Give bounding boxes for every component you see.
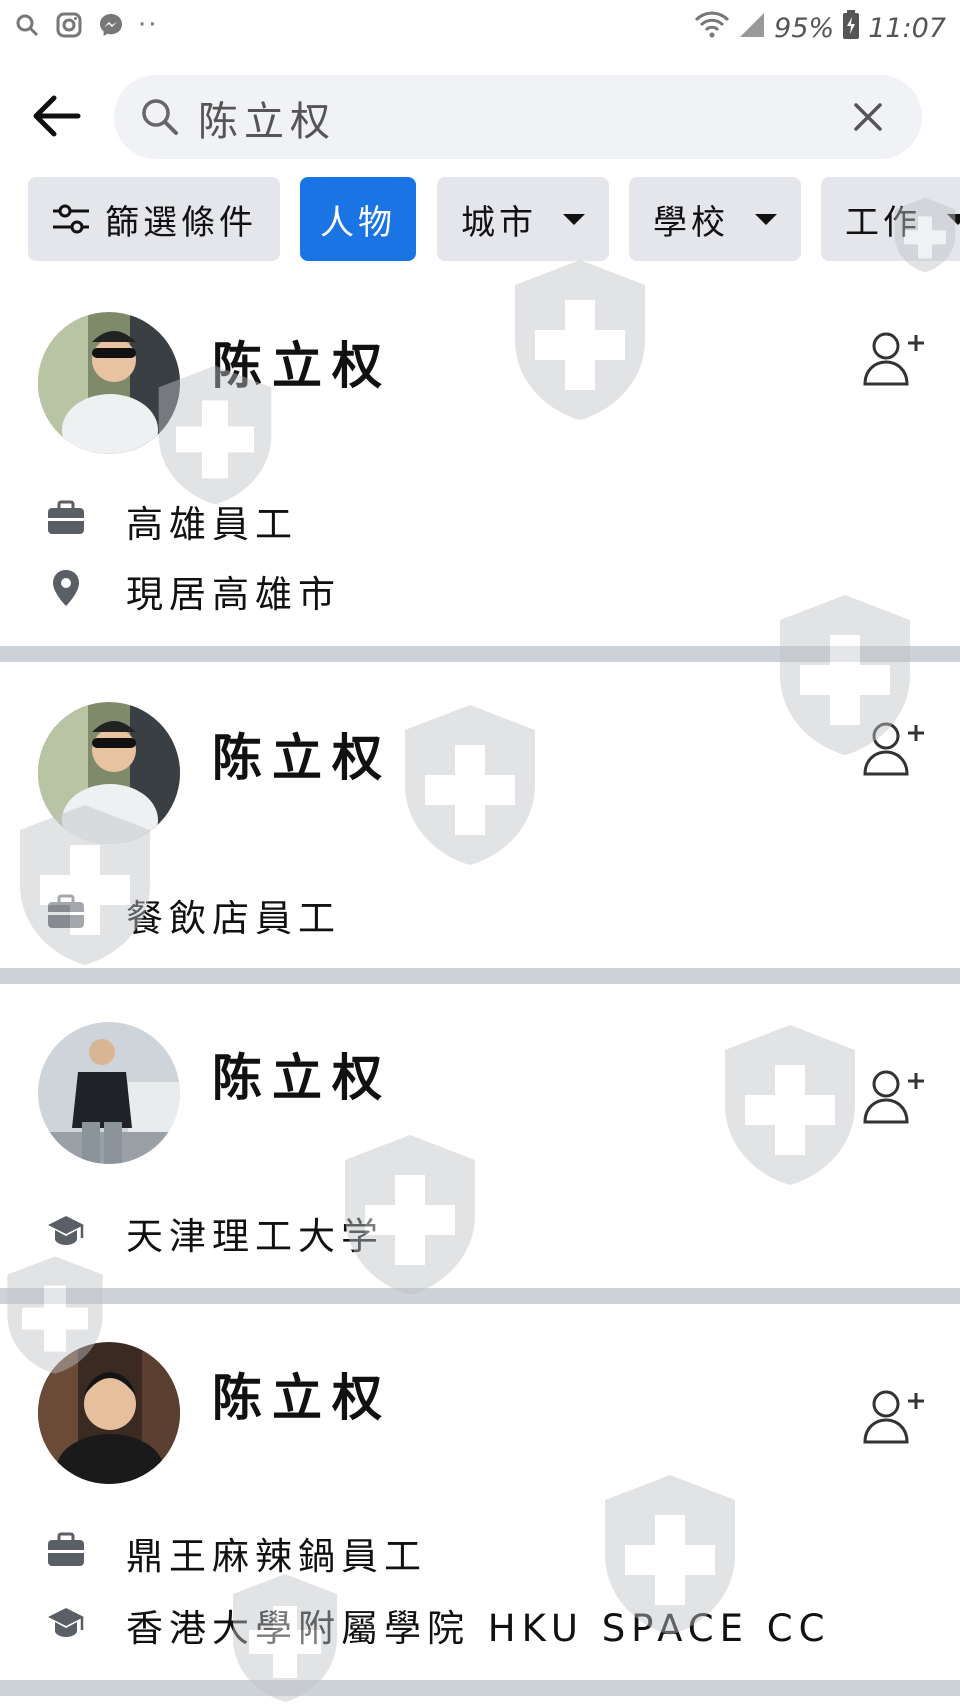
chip-work-label: 工作	[845, 202, 921, 243]
detail-text: 香港大學附屬學院 HKU SPACE CC	[126, 1607, 831, 1650]
battery-label: 95%	[774, 13, 835, 44]
add-friend-icon[interactable]	[862, 720, 926, 780]
sliders-icon	[53, 204, 89, 234]
instagram-icon	[54, 10, 84, 40]
filter-settings-chip[interactable]: 篩選條件	[28, 177, 280, 261]
filter-settings-label: 篩選條件	[105, 202, 257, 243]
search-input[interactable]	[196, 87, 820, 149]
add-friend-icon[interactable]	[862, 1068, 926, 1128]
detail-text: 天津理工大学	[126, 1215, 384, 1258]
briefcase-icon	[48, 1532, 84, 1566]
search-icon	[12, 10, 42, 40]
back-arrow-icon	[33, 95, 81, 137]
briefcase-icon	[48, 500, 84, 534]
chip-people-label: 人物	[320, 202, 396, 243]
graduation-cap-icon	[48, 1216, 84, 1245]
search-bar[interactable]	[114, 75, 922, 159]
chip-city-label: 城市	[461, 202, 537, 243]
chip-city[interactable]: 城市	[437, 177, 609, 261]
chip-school[interactable]: 學校	[629, 177, 801, 261]
briefcase-icon	[48, 894, 84, 928]
result-name[interactable]: 陈立权	[212, 1358, 392, 1430]
add-friend-icon[interactable]	[862, 330, 926, 390]
divider	[0, 968, 960, 984]
avatar[interactable]	[38, 312, 180, 454]
battery-charging-icon	[842, 10, 860, 47]
detail-row: 鼎王麻辣鍋員工	[0, 1522, 960, 1582]
caret-down-icon	[755, 213, 777, 225]
detail-row: 現居高雄市	[0, 560, 960, 620]
messenger-icon	[96, 10, 126, 40]
result-card[interactable]: 陈立权 餐飲店員工	[0, 662, 960, 968]
detail-row: 高雄員工	[0, 490, 960, 550]
detail-row: 香港大學附屬學院 HKU SPACE CC	[0, 1594, 960, 1654]
divider	[0, 1288, 960, 1304]
chip-school-label: 學校	[653, 202, 729, 243]
avatar[interactable]	[38, 1022, 180, 1164]
location-pin-icon	[53, 570, 79, 606]
signal-icon	[738, 11, 766, 46]
more-dots-icon: ··	[138, 10, 159, 40]
caret-down-icon	[947, 213, 960, 225]
result-name[interactable]: 陈立权	[212, 718, 392, 790]
graduation-cap-icon	[48, 1608, 84, 1637]
chip-people[interactable]: 人物	[300, 177, 416, 261]
close-icon[interactable]	[848, 97, 888, 137]
result-name[interactable]: 陈立权	[212, 1038, 392, 1110]
result-card[interactable]: 陈立权 天津理工大学	[0, 984, 960, 1288]
result-card[interactable]: 陈立权 高雄員工 現居高雄市	[0, 290, 960, 646]
result-name[interactable]: 陈立权	[212, 326, 392, 398]
detail-text: 鼎王麻辣鍋員工	[126, 1535, 427, 1578]
detail-row: 餐飲店員工	[0, 884, 960, 944]
detail-row: 天津理工大学	[0, 1202, 960, 1262]
divider	[0, 646, 960, 662]
clock: 11:07	[868, 13, 946, 44]
detail-text: 高雄員工	[126, 503, 298, 546]
caret-down-icon	[563, 213, 585, 225]
divider	[0, 1680, 960, 1696]
chip-work[interactable]: 工作	[821, 177, 960, 261]
avatar[interactable]	[38, 1342, 180, 1484]
avatar[interactable]	[38, 702, 180, 844]
filter-chips-bar: 篩選條件 人物 城市 學校 工作	[28, 177, 960, 261]
add-friend-icon[interactable]	[862, 1388, 926, 1448]
result-card[interactable]: 陈立权 鼎王麻辣鍋員工 香港大學附屬學院 HKU SPACE CC	[0, 1304, 960, 1680]
search-icon	[142, 99, 178, 135]
wifi-icon	[694, 11, 730, 46]
detail-text: 餐飲店員工	[126, 897, 341, 940]
back-button[interactable]	[26, 86, 86, 146]
status-bar: ·· 95% 11:07	[0, 0, 960, 60]
detail-text: 現居高雄市	[126, 573, 341, 616]
